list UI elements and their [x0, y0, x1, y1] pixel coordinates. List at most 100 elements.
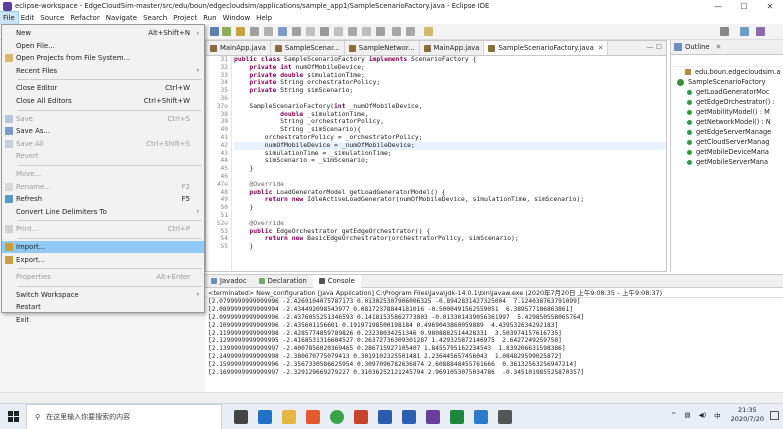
menu-refactor[interactable]: Refactor [67, 12, 102, 24]
search-icon[interactable] [720, 27, 729, 36]
menu-search[interactable]: Search [140, 12, 170, 24]
toolbar-icon[interactable] [264, 27, 273, 36]
menu-source[interactable]: Source [37, 12, 67, 24]
taskbar-search-box[interactable]: ⚲ 在这里输入你要搜索的内容 [26, 403, 222, 429]
back-icon[interactable] [392, 27, 401, 36]
outline-item[interactable]: getMobileServerMana [671, 157, 783, 167]
file-menu-item[interactable]: Refresh F5 [2, 193, 204, 205]
edge-browser-icon[interactable] [258, 409, 272, 424]
file-menu-item[interactable]: Exit [2, 314, 204, 326]
file-menu-item[interactable]: Import... [2, 241, 204, 253]
outline-item[interactable]: edu.boun.edgecloudsim.a [671, 67, 783, 77]
outline-item[interactable]: getCloudServerManag [671, 137, 783, 147]
app-icon[interactable] [354, 409, 368, 424]
toolbar-icon[interactable] [334, 27, 343, 36]
folder-icon[interactable] [424, 27, 433, 36]
editor-tab[interactable]: MainApp.java [420, 41, 485, 55]
perspective-icon[interactable] [740, 27, 749, 36]
console-output[interactable]: [2.0799999999999996 -2.4269104075787173 … [205, 298, 783, 377]
notification-icon[interactable] [770, 410, 779, 420]
file-menu-item[interactable]: Rename... F2 [2, 181, 204, 193]
tab-console[interactable]: Console [312, 274, 361, 288]
code-text[interactable]: public class SampleScenarioFactory imple… [234, 56, 666, 271]
file-menu-item[interactable]: Convert Line Delimiters To › [2, 206, 204, 218]
chevron-up-icon[interactable]: ^ [671, 411, 676, 419]
clock[interactable]: 21:35 2020/7/20 [731, 406, 764, 424]
new-icon[interactable] [210, 27, 219, 36]
editor-tab[interactable]: SampleScenar... [271, 41, 345, 55]
run-icon[interactable] [236, 27, 245, 36]
volume-icon[interactable]: ◀) [699, 411, 707, 419]
toolbar-icon[interactable] [306, 27, 315, 36]
toolbar-icon[interactable] [278, 27, 287, 36]
menu-run[interactable]: Run [200, 12, 219, 24]
file-menu-item[interactable]: Open File... [2, 40, 204, 52]
minimize-button[interactable]: — [705, 2, 731, 11]
toolbar-icon[interactable] [250, 27, 259, 36]
menu-edit[interactable]: Edit [18, 12, 38, 24]
menu-item-label: Rename... [16, 182, 51, 191]
outline-item[interactable]: getNetworkModel() : N [671, 117, 783, 127]
menu-window[interactable]: Window [220, 12, 254, 24]
outline-item[interactable]: getLoadGeneratorMoc [671, 87, 783, 97]
toolbar-icon[interactable] [292, 27, 301, 36]
java-perspective-icon[interactable] [756, 27, 765, 36]
maximize-button[interactable]: ☐ [731, 2, 757, 11]
debug-icon[interactable] [222, 27, 231, 36]
editor-tab[interactable]: MainApp.java [206, 41, 271, 55]
outline-item-label: getMobileServerMana [696, 158, 769, 166]
editor-tab-active[interactable]: SampleScenarioFactory.java ✕ [484, 41, 609, 55]
toolbar-icon[interactable] [320, 27, 329, 36]
file-menu-item[interactable]: Export... [2, 254, 204, 266]
outline-item[interactable]: getMobileDeviceMana [671, 147, 783, 157]
file-menu-item[interactable]: Save All Ctrl+Shift+S [2, 138, 204, 150]
file-menu-item[interactable]: Move... [2, 168, 204, 180]
toolbar-icon[interactable] [376, 27, 385, 36]
line-number: 37⊖ [216, 102, 228, 110]
file-menu-item[interactable]: Open Projects from File System... [2, 52, 204, 64]
task-view-icon[interactable] [234, 409, 248, 424]
chrome-icon[interactable] [330, 409, 344, 424]
close-outline-icon[interactable]: ✕ [716, 43, 722, 51]
outline-item[interactable]: getEdgeOrchestrator() : [671, 97, 783, 107]
file-menu-item[interactable]: Save Ctrl+S [2, 113, 204, 125]
file-menu-item[interactable]: Close Editor Ctrl+W [2, 82, 204, 94]
file-explorer-icon[interactable] [282, 409, 296, 424]
app-icon[interactable] [474, 409, 488, 424]
close-tab-icon[interactable]: ✕ [598, 44, 604, 52]
app-icon[interactable] [306, 409, 320, 424]
editor-minmax-buttons[interactable]: — ☐ [646, 43, 662, 51]
outline-item[interactable]: SampleScenarioFactory [671, 77, 783, 87]
app-icon[interactable] [498, 409, 512, 424]
outline-item[interactable]: getEdgeServerManage [671, 127, 783, 137]
menu-project[interactable]: Project [170, 12, 200, 24]
editor-tab[interactable]: SampleNetwor... [345, 41, 420, 55]
menu-help[interactable]: Help [253, 12, 275, 24]
windows-start-button[interactable] [0, 404, 26, 429]
word-icon[interactable] [402, 409, 416, 424]
tab-declaration[interactable]: Declaration [253, 275, 313, 288]
close-window-button[interactable]: ✕ [757, 2, 783, 11]
file-menu-item[interactable]: Restart [2, 301, 204, 313]
file-menu-item[interactable]: Print... Ctrl+P [2, 223, 204, 235]
file-menu-item[interactable]: Switch Workspace › [2, 289, 204, 301]
file-menu-item[interactable]: New Alt+Shift+N › [2, 27, 204, 39]
menu-file[interactable]: File [0, 11, 19, 25]
menu-navigate[interactable]: Navigate [103, 12, 140, 24]
menu-item-label: Exit [16, 316, 30, 324]
toolbar-icon[interactable] [348, 27, 357, 36]
network-icon[interactable]: ▤ [684, 411, 690, 419]
forward-icon[interactable] [406, 27, 415, 36]
tab-javadoc[interactable]: Javadoc [205, 275, 253, 288]
file-menu-item[interactable]: Save As... [2, 125, 204, 137]
eclipse-taskbar-icon[interactable] [426, 409, 440, 424]
app-icon[interactable] [378, 409, 392, 424]
file-menu-item[interactable]: Recent Files › [2, 65, 204, 77]
outline-item[interactable]: getMobilityModel() : M [671, 107, 783, 117]
file-menu-item[interactable]: Revert [2, 150, 204, 162]
file-menu-item[interactable]: Properties Alt+Enter [2, 271, 204, 283]
app-icon[interactable] [450, 409, 464, 424]
toolbar-icon[interactable] [362, 27, 371, 36]
file-menu-item[interactable]: Close All Editors Ctrl+Shift+W [2, 95, 204, 107]
input-language[interactable]: 中 [714, 410, 721, 420]
